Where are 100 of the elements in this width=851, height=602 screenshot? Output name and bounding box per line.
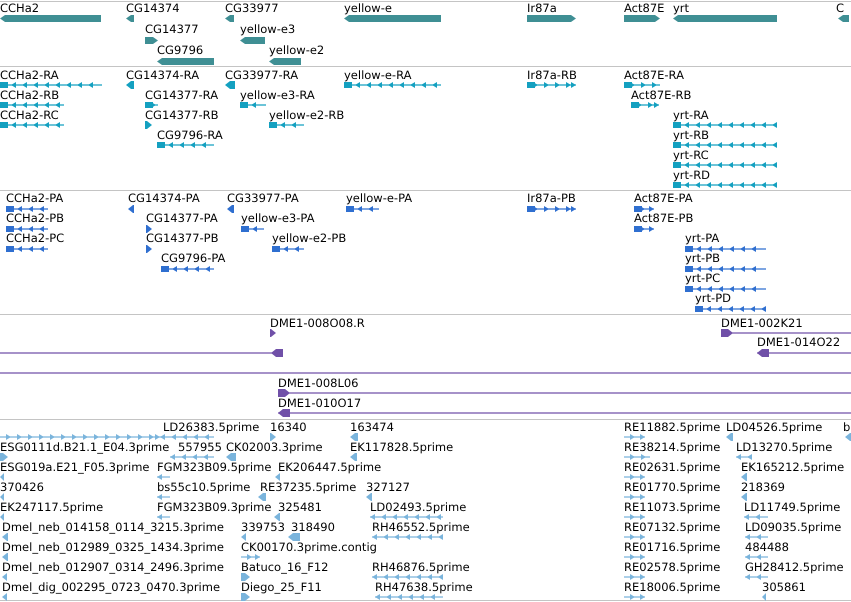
feature-label: yellow-e3 (240, 22, 296, 36)
feature-label: yrt-PD (695, 291, 731, 305)
feature-label: yellow-e (344, 1, 392, 15)
feature-label: Dmel_neb_014158_0114_3215.3prime (2, 520, 224, 534)
feature-label: CG9796 (157, 43, 204, 57)
feature-label: RE37235.5prime (260, 480, 356, 494)
feature-label: CG14377-PA (146, 211, 218, 225)
feature-label: DME1-008L06 (278, 376, 358, 390)
feature-label: LD09035.5prime (745, 520, 842, 534)
feature-label: RE07132.5prime (624, 520, 720, 534)
feature-label: yellow-e3-PA (241, 211, 314, 225)
feature-label: 16340 (270, 420, 307, 434)
feature-label: CG14377-RA (145, 88, 218, 102)
feature-label: CG33977-PA (227, 191, 299, 205)
feature-label: DME1-010O17 (278, 396, 362, 410)
feature-label: LD26383.5prime (163, 420, 260, 434)
feature-label: 370426 (0, 480, 44, 494)
feature-label: CG33977 (225, 1, 279, 15)
feature-label: CG14374-RA (126, 68, 200, 82)
feature-label: CG14377-RB (145, 108, 219, 122)
feature-label: CCHa2-PC (6, 231, 64, 245)
feature-label: FGM323B09.5prime (157, 460, 272, 474)
feature-label: CK00170.3prime.contig (241, 540, 377, 554)
feature-label: 163474 (350, 420, 394, 434)
feature-label: 325481 (278, 500, 322, 514)
feature-label: RE02578.5prime (624, 560, 720, 574)
feature-label: yrt-PB (685, 251, 720, 265)
feature-label: CCHa2-RC (0, 108, 59, 122)
feature-label: CG9796-RA (157, 128, 223, 142)
feature-label: yellow-e-PA (346, 191, 412, 205)
feature-label: yrt-RC (673, 148, 709, 162)
feature-label: 339753 (241, 520, 285, 534)
feature-label: Batuco_16_F12 (241, 560, 328, 574)
feature-label: DME1-014O22 (757, 335, 840, 349)
feature-label: CCHa2-PB (6, 211, 64, 225)
feature-label: LD02493.5prime (370, 500, 466, 514)
feature-label: yellow-e2-PB (272, 231, 346, 245)
feature-label: RH46552.5prime (372, 520, 470, 534)
feature-label: yrt-RA (673, 108, 709, 122)
feature-label: CG33977-RA (225, 68, 298, 82)
feature-label: RE02631.5prime (624, 460, 720, 474)
feature-label: FGM323B09.3prime (157, 500, 272, 514)
feature-label: yellow-e2 (269, 43, 324, 57)
feature-label: Act87E-PA (634, 191, 693, 205)
feature-label: Ir87a-RB (527, 68, 577, 82)
feature-label: CG14374-PA (128, 191, 200, 205)
feature-label: yrt-PA (685, 231, 720, 245)
feature-label: RH47638.5prime (375, 580, 473, 594)
feature-label: Act87E-RA (624, 68, 684, 82)
feature-label: Ir87a-PB (527, 191, 576, 205)
feature-label: CG14377 (145, 22, 199, 36)
feature-label: CG14377-PB (146, 231, 218, 245)
feature-label: EK247117.5prime (0, 500, 104, 514)
feature-label: RE38214.5prime (624, 440, 720, 454)
feature-label: Act87E (624, 1, 664, 15)
feature-label: yellow-e2-RB (269, 108, 344, 122)
feature-label: RE11882.5prime (624, 420, 720, 434)
feature-label: b (843, 420, 850, 434)
feature-label: 484488 (745, 540, 789, 554)
feature-label: LD04526.5prime (726, 420, 822, 434)
feature-label: EK206447.5prime (278, 460, 382, 474)
feature-label: Act87E-RB (631, 88, 692, 102)
feature-label: LD13270.5prime (736, 440, 832, 454)
feature-label: 327127 (366, 480, 410, 494)
feature-label: yellow-e3-RA (240, 88, 315, 102)
feature-label: CG14374 (126, 1, 180, 15)
feature-label: yrt-RD (673, 168, 710, 182)
feature-label: Dmel_dig_002295_0723_0470.3prime (2, 580, 220, 594)
feature-label: CCHa2-RA (0, 68, 59, 82)
feature-label: Act87E-PB (634, 211, 694, 225)
feature-label: EK165212.5prime (741, 460, 844, 474)
feature-label: CG9796-PA (161, 251, 226, 265)
feature-label: 318490 (291, 520, 335, 534)
feature-label: DME1-002K21 (721, 316, 803, 330)
feature-label: RE18006.5prime (624, 580, 720, 594)
feature-label: 557955 (178, 440, 222, 454)
feature-label: ESG019a.E21_F05.3prime (0, 460, 150, 474)
feature-label: yrt-PC (685, 271, 720, 285)
feature-label: CCHa2 (0, 1, 40, 15)
feature-label: RE11073.5prime (624, 500, 720, 514)
feature-label: DME1-008O08.R (270, 316, 365, 330)
feature-label: LD11749.5prime (744, 500, 840, 514)
feature-label: Ir87a (527, 1, 557, 15)
feature-label: Dmel_neb_012989_0325_1434.3prime (2, 540, 224, 554)
feature-label: 305861 (762, 580, 806, 594)
feature-label: bs55c10.5prime (157, 480, 250, 494)
feature-label: RE01770.5prime (624, 480, 720, 494)
feature-label: ESG0111d.B21.1_E04.3prime (0, 440, 170, 454)
feature-label: 218369 (741, 480, 785, 494)
feature-label: RE01716.5prime (624, 540, 720, 554)
feature-label: EK117828.5prime (350, 440, 454, 454)
feature-label: CCHa2-PA (6, 191, 64, 205)
feature-label: yrt (673, 1, 690, 15)
feature-label: Diego_25_F11 (241, 580, 322, 594)
feature-label: CK02003.3prime (226, 440, 323, 454)
feature-label: yellow-e-RA (344, 68, 412, 82)
feature-label: Dmel_neb_012907_0314_2496.3prime (2, 560, 224, 574)
feature-label: CCHa2-RB (0, 88, 60, 102)
feature-label: GH28412.5prime (745, 560, 844, 574)
feature-label: yrt-RB (673, 128, 710, 142)
